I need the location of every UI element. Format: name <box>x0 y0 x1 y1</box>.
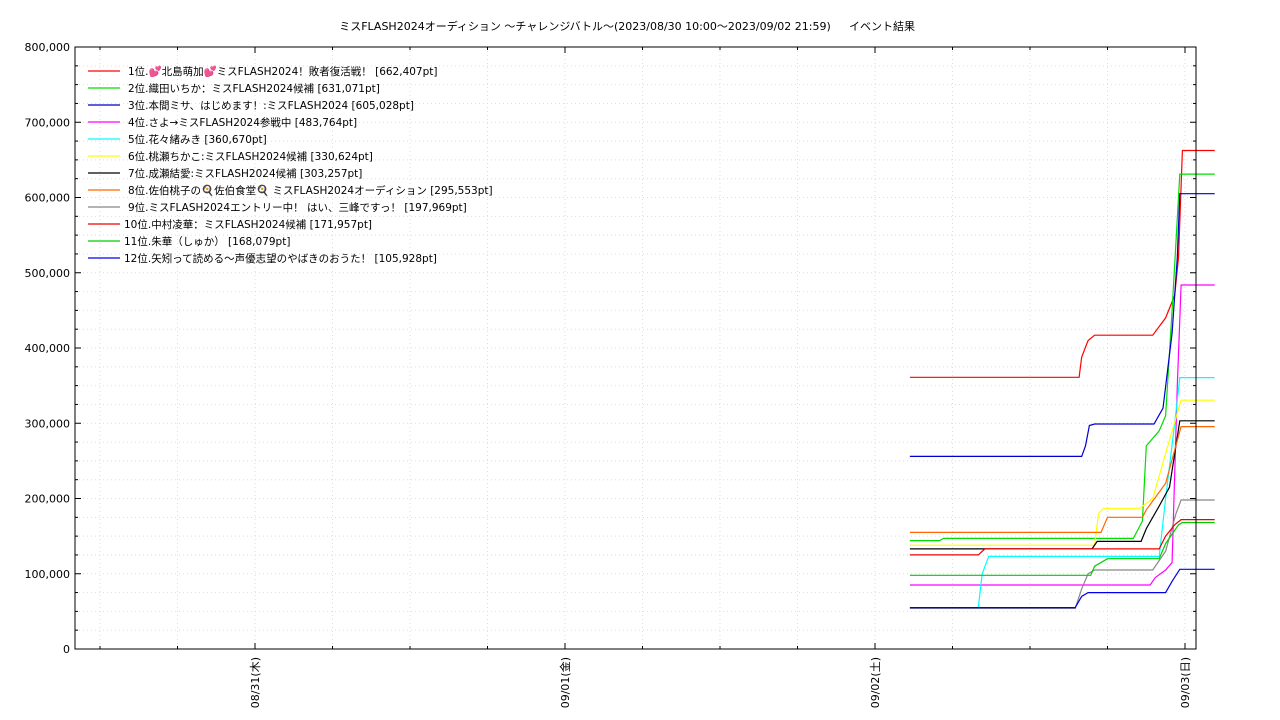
legend-label-1: 1位.💕北島萌加💕ミスFLASH2024！敗者復活戦！ [662,407pt] <box>128 65 438 78</box>
legend-label-2: 2位.織田いちか：ミスFLASH2024候補 [631,071pt] <box>128 82 380 95</box>
legend-label-11: 11位.朱華（しゅか） [168,079pt] <box>124 235 290 248</box>
legend-label-7: 7位.成瀬結愛:ミスFLASH2024候補 [303,257pt] <box>128 167 362 180</box>
legend-label-5: 5位.花々緒みき [360,670pt] <box>128 133 267 146</box>
y-tick-label: 100,000 <box>25 568 71 581</box>
y-tick-label: 600,000 <box>25 192 71 205</box>
chart-svg: ミスFLASH2024オーディション 〜チャレンジバトル〜(2023/08/30… <box>25 19 1215 708</box>
y-tick-label: 200,000 <box>25 493 71 506</box>
chart-title: ミスFLASH2024オーディション 〜チャレンジバトル〜(2023/08/30… <box>339 19 831 33</box>
legend-label-3: 3位.本間ミサ、はじめます！:ミスFLASH2024 [605,028pt] <box>128 99 414 112</box>
series-line-5 <box>909 377 1215 609</box>
legend-label-9: 9位.ミスFLASH2024エントリー中！ はい、三峰ですっ！ [197,969… <box>128 201 467 214</box>
series-line-3 <box>909 193 1215 457</box>
y-tick-label: 0 <box>63 643 70 656</box>
series-line-1 <box>909 149 1215 378</box>
series-lines <box>909 149 1215 610</box>
x-tick-label: 09/01(金) <box>558 657 572 708</box>
y-tick-label: 300,000 <box>25 417 71 430</box>
y-tick-label: 800,000 <box>25 41 71 54</box>
legend-label-10: 10位.中村凌華：ミスFLASH2024候補 [171,957pt] <box>124 218 372 231</box>
legend-label-4: 4位.さよ→ミスFLASH2024参戦中 [483,764pt] <box>128 116 357 129</box>
x-tick-label: 09/03(日) <box>1179 657 1192 708</box>
legend-label-12: 12位.矢矧って読める〜声優志望のやばきのおうた！ [105,928pt] <box>124 252 437 265</box>
y-tick-label: 700,000 <box>25 116 71 129</box>
chart-subtitle: イベント結果 <box>849 19 915 33</box>
x-tick-label: 09/02(土) <box>869 657 882 708</box>
legend-label-8: 8位.佐伯桃子の🍳佐伯食堂🍳 ミスFLASH2024オーディション [295,5… <box>128 184 493 197</box>
y-tick-label: 500,000 <box>25 267 71 280</box>
y-tick-label: 400,000 <box>25 342 71 355</box>
x-tick-label: 08/31(木) <box>249 657 262 708</box>
legend-label-6: 6位.桃瀬ちかこ:ミスFLASH2024候補 [330,624pt] <box>128 150 373 163</box>
